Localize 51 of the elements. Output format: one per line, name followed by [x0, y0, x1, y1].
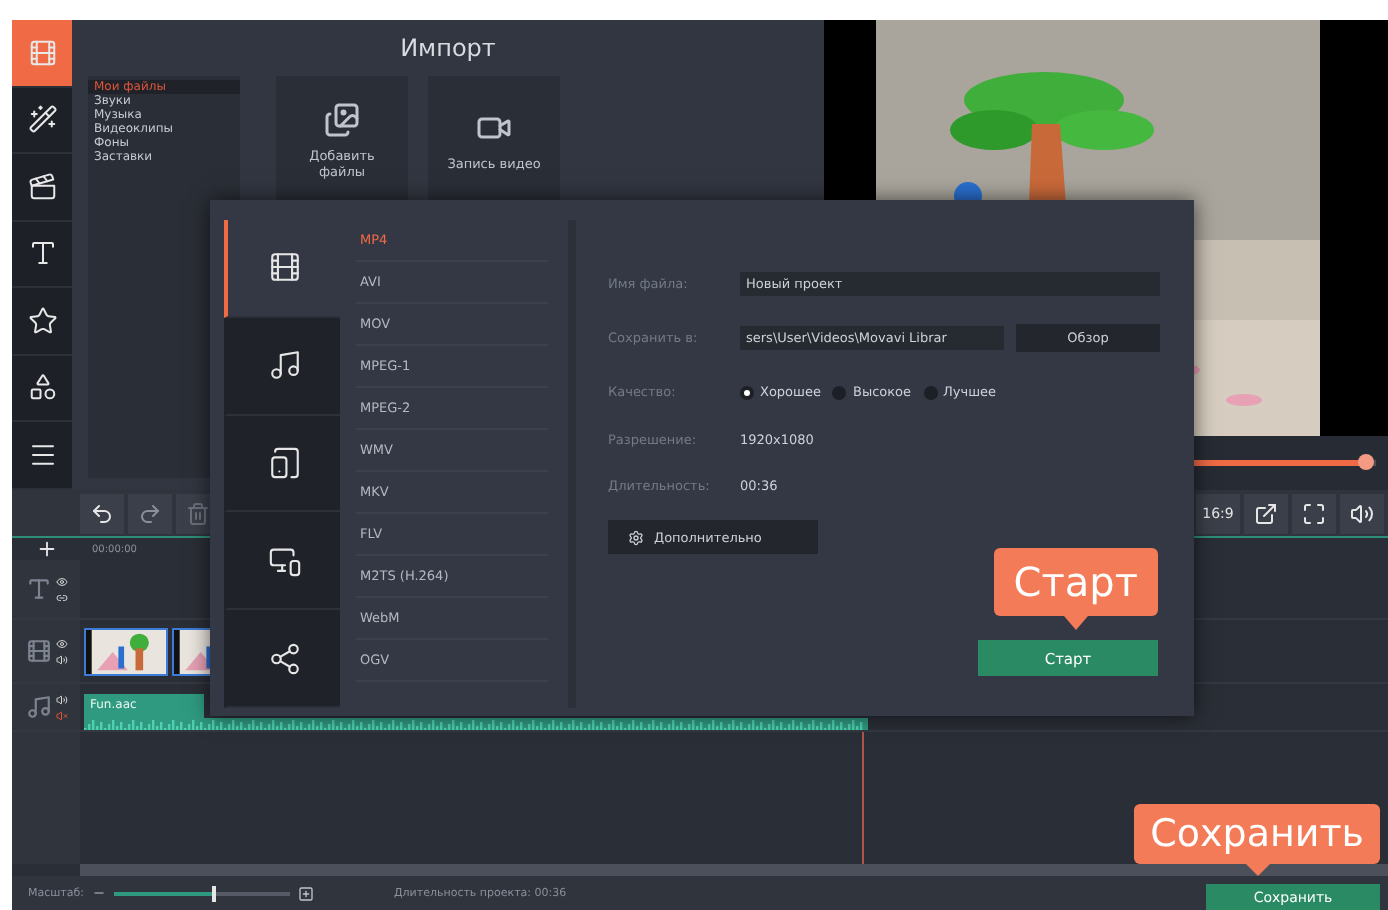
redo-icon	[138, 501, 162, 525]
undo-button[interactable]	[80, 493, 124, 533]
save-callout: Сохранить	[1134, 803, 1380, 864]
volume-icon[interactable]	[55, 693, 67, 705]
gear-icon	[628, 529, 644, 545]
export-category-tab[interactable]	[224, 317, 340, 416]
radio-button[interactable]	[832, 385, 847, 399]
film-icon	[267, 250, 301, 285]
pointer-icon	[1245, 863, 1270, 876]
text-icon	[25, 576, 51, 602]
fullscreen-icon	[1302, 501, 1326, 525]
screen-icon	[267, 543, 301, 578]
zoom-out-icon[interactable]	[92, 886, 106, 900]
pointer-icon	[1063, 616, 1088, 630]
radio-button[interactable]	[923, 385, 938, 399]
radio-button[interactable]	[740, 385, 754, 399]
redo-button[interactable]	[128, 493, 172, 533]
volume-button[interactable]	[1340, 493, 1384, 533]
export-category-tab[interactable]	[224, 512, 340, 611]
text-icon	[27, 238, 57, 269]
film-icon	[25, 638, 51, 664]
zoom-in-icon[interactable]	[298, 885, 314, 901]
music-icon	[267, 348, 301, 383]
scrollbar[interactable]	[80, 864, 1388, 876]
start-callout: Старт	[993, 548, 1158, 616]
trash-icon	[186, 501, 210, 525]
menu-icon	[27, 439, 57, 470]
mute-icon[interactable]	[55, 709, 67, 721]
devices-icon	[267, 445, 301, 480]
eye-icon[interactable]	[55, 637, 67, 649]
film-icon	[27, 37, 57, 68]
wand-icon	[27, 104, 57, 135]
clapperboard-icon	[27, 171, 57, 202]
slider-thumb[interactable]	[1357, 454, 1374, 470]
volume-icon[interactable]	[55, 653, 67, 665]
panel-title: Импорт	[398, 32, 498, 66]
volume-icon	[1350, 501, 1374, 525]
export-category-tab[interactable]	[224, 415, 340, 513]
eye-icon[interactable]	[55, 575, 67, 587]
link-icon[interactable]	[55, 591, 67, 603]
slider-thumb[interactable]	[212, 885, 217, 901]
shapes-icon	[27, 372, 57, 403]
undo-icon	[90, 501, 114, 525]
share-icon	[267, 641, 301, 676]
star-icon	[27, 305, 57, 336]
fullscreen-button[interactable]	[1292, 493, 1336, 533]
popout-button[interactable]	[1244, 493, 1288, 533]
images-icon	[324, 101, 360, 137]
popout-icon	[1254, 501, 1278, 525]
music-icon	[25, 694, 51, 720]
plus-icon	[35, 538, 57, 560]
